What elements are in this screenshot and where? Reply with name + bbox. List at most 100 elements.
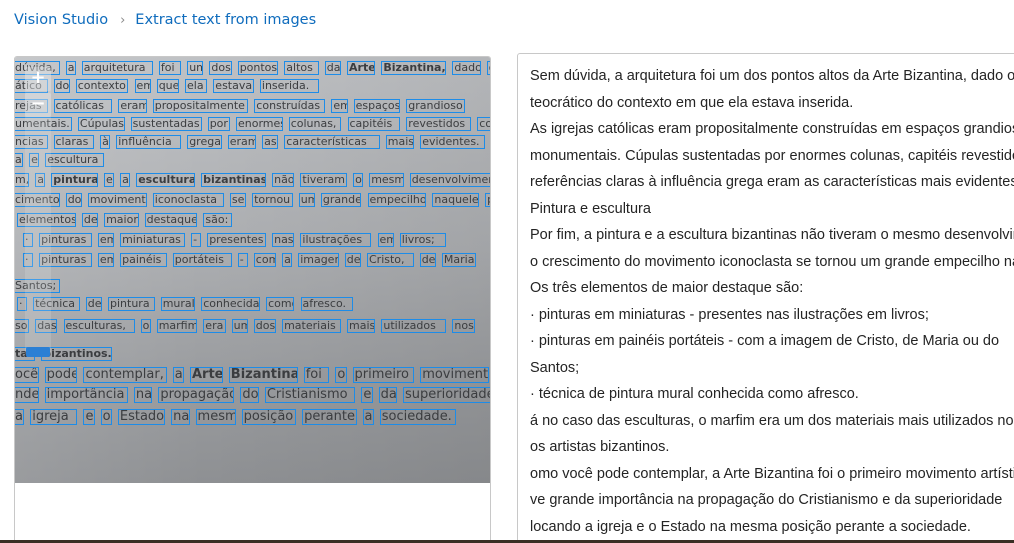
ocr-word-box[interactable]: ocê (15, 367, 39, 383)
ocr-word-box[interactable]: um (298, 193, 315, 207)
ocr-word-box[interactable]: contemplar, (83, 367, 167, 383)
ocr-word-box[interactable]: movimento (420, 367, 490, 383)
breadcrumb-current-page[interactable]: Extract text from images (135, 12, 316, 28)
ocr-word-box[interactable]: escultura (45, 153, 105, 167)
ocr-word-box[interactable]: Bizantina, (381, 61, 447, 75)
zoom-in-button[interactable]: + (25, 67, 51, 91)
ocr-word-box[interactable]: nos (452, 319, 475, 333)
ocr-word-box[interactable]: um (187, 61, 204, 75)
ocr-word-box[interactable]: influência (116, 135, 182, 149)
ocr-word-box[interactable]: maior (104, 213, 139, 227)
ocr-word-box[interactable]: enormes (236, 117, 283, 131)
ocr-word-box[interactable]: dos (209, 61, 232, 75)
ocr-word-box[interactable]: pode (44, 367, 78, 383)
ocr-word-box[interactable]: na (171, 409, 190, 425)
ocr-word-box[interactable]: sustentadas (130, 117, 202, 131)
ocr-word-box[interactable]: claras (53, 135, 95, 149)
ocr-word-box[interactable]: Cristo, (367, 253, 414, 267)
ocr-word-box[interactable]: grande (320, 193, 362, 207)
ocr-word-box[interactable]: a (172, 367, 184, 383)
ocr-word-box[interactable]: da (324, 61, 341, 75)
ocr-word-box[interactable]: Estado (117, 409, 166, 425)
ocr-word-box[interactable]: de (85, 297, 102, 311)
ocr-word-box[interactable]: de (419, 253, 436, 267)
ocr-word-box[interactable]: iconoclasta (152, 193, 224, 207)
ocr-word-box[interactable]: Arte (189, 367, 223, 383)
ocr-word-box[interactable]: e (104, 173, 115, 187)
ocr-word-box[interactable]: são: (203, 213, 232, 227)
ocr-word-box[interactable]: Maria (441, 253, 477, 267)
ocr-word-box[interactable]: eram (227, 135, 257, 149)
ocr-word-box[interactable]: mais (385, 135, 415, 149)
ocr-word-box[interactable]: superioridade (402, 387, 490, 403)
ocr-word-box[interactable]: utilizados (381, 319, 447, 333)
ocr-word-box[interactable]: como (266, 297, 295, 311)
ocr-word-box[interactable]: dos (253, 319, 277, 333)
ocr-word-box[interactable]: pintura (51, 173, 98, 187)
ocr-word-box[interactable]: Cristianismo (264, 387, 356, 403)
ocr-word-box[interactable]: o (140, 319, 151, 333)
ocr-word-box[interactable]: construídas (254, 99, 326, 113)
ocr-word-box[interactable]: nde (15, 387, 39, 403)
ocr-word-box[interactable]: marfim (156, 319, 198, 333)
ocr-word-box[interactable]: foi (158, 61, 182, 75)
ocr-word-box[interactable]: perante (302, 409, 357, 425)
ocr-word-box[interactable]: pintura (108, 297, 155, 311)
ocr-word-box[interactable]: a (362, 409, 374, 425)
ocr-word-box[interactable]: colunas, (288, 117, 342, 131)
ocr-word-box[interactable]: movimento (87, 193, 147, 207)
ocr-word-box[interactable]: miniaturas (120, 233, 186, 247)
ocr-word-box[interactable]: do (53, 79, 70, 93)
ocr-word-box[interactable]: presentes (207, 233, 267, 247)
ocr-word-box[interactable]: com (253, 253, 277, 267)
ocr-word-box[interactable]: esculturas, (63, 319, 135, 333)
ocr-word-box[interactable]: sociedade. (379, 409, 456, 425)
ocr-word-box[interactable]: estava (213, 79, 254, 93)
zoom-slider-handle[interactable] (26, 347, 50, 357)
ocr-word-box[interactable]: mais (347, 319, 376, 333)
ocr-word-box[interactable]: posição (241, 409, 297, 425)
ocr-word-box[interactable]: - (237, 253, 248, 267)
ocr-word-box[interactable]: primeiro (352, 367, 415, 383)
ocr-word-box[interactable]: afresco. (300, 297, 354, 311)
ocr-word-box[interactable]: do (240, 387, 259, 403)
ocr-word-box[interactable]: Arte (347, 61, 376, 75)
ocr-word-box[interactable]: grandioso (406, 99, 466, 113)
ocr-word-box[interactable]: na (133, 387, 153, 403)
ocr-word-box[interactable]: bizantinas (201, 173, 267, 187)
ocr-word-box[interactable]: da (378, 387, 397, 403)
ocr-word-box[interactable]: a (15, 153, 24, 167)
ocr-word-box[interactable]: propositalmente (152, 99, 249, 113)
ocr-word-box[interactable]: do (65, 193, 82, 207)
ocr-word-box[interactable]: contexto (75, 79, 129, 93)
ocr-word-box[interactable]: espaços (353, 99, 401, 113)
ocr-word-box[interactable]: em (331, 99, 348, 113)
ocr-word-box[interactable]: ilustrações (300, 233, 372, 247)
ocr-word-box[interactable]: era (203, 319, 226, 333)
ocr-word-box[interactable]: em (134, 79, 151, 93)
ocr-word-box[interactable]: bizantinos. (41, 347, 113, 361)
ocr-word-box[interactable]: o (353, 173, 364, 187)
ocr-word-box[interactable]: a (120, 173, 131, 187)
ocr-word-box[interactable]: mural (160, 297, 196, 311)
ocr-word-box[interactable]: em (377, 233, 394, 247)
ocr-word-box[interactable]: em (97, 233, 115, 247)
ocr-word-box[interactable]: se (229, 193, 247, 207)
ocr-word-box[interactable]: altos (284, 61, 319, 75)
ocr-word-box[interactable]: naquele (432, 193, 480, 207)
breadcrumb-vision-studio-link[interactable]: Vision Studio (14, 12, 108, 28)
ocr-word-box[interactable]: o (486, 61, 490, 75)
ocr-word-box[interactable]: - (191, 233, 202, 247)
ocr-word-box[interactable]: as (262, 135, 279, 149)
ocr-word-box[interactable]: tornou (252, 193, 293, 207)
zoom-out-button[interactable]: − (25, 93, 51, 117)
ocr-word-box[interactable]: de (81, 213, 99, 227)
ocr-word-box[interactable]: mesma (195, 409, 236, 425)
ocr-word-box[interactable]: de (344, 253, 361, 267)
ocr-word-box[interactable]: Bizantina (228, 367, 298, 383)
ocr-word-box[interactable]: dado (452, 61, 481, 75)
ocr-word-box[interactable]: portáteis (172, 253, 232, 267)
ocr-word-box[interactable]: desenvolvimento, (409, 173, 490, 187)
ocr-word-box[interactable]: revestidos (406, 117, 472, 131)
ocr-word-box[interactable]: e (83, 409, 95, 425)
